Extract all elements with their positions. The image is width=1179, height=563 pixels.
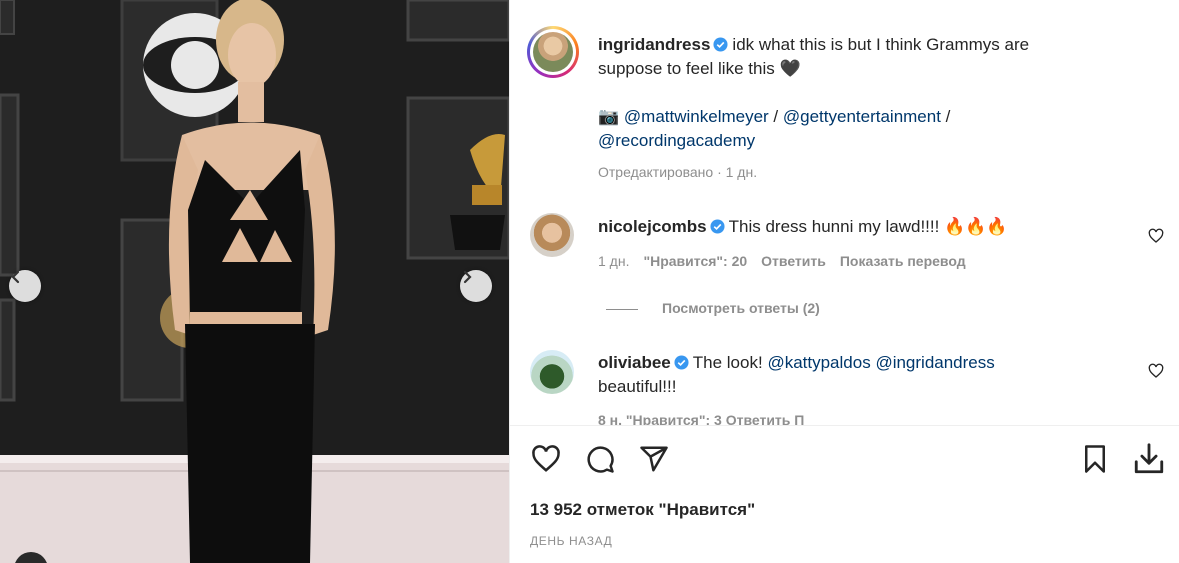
paper-plane-icon[interactable] bbox=[639, 444, 669, 474]
verified-badge-icon bbox=[674, 355, 689, 370]
photo-credits: 📷 @mattwinkelmeyer / @gettyentertainment… bbox=[598, 105, 1158, 153]
comment-text: The look! bbox=[692, 353, 763, 372]
red-carpet-photo bbox=[0, 0, 509, 563]
chevron-left-icon bbox=[11, 270, 20, 284]
download-icon[interactable] bbox=[1132, 442, 1166, 476]
view-replies-button[interactable]: Посмотреть ответы (2) bbox=[606, 300, 820, 316]
comment-like-heart-icon[interactable] bbox=[1148, 228, 1164, 244]
credit-mention-1[interactable]: @mattwinkelmeyer bbox=[624, 107, 769, 126]
carousel-prev-button[interactable] bbox=[9, 270, 41, 302]
comment-bubble-icon[interactable] bbox=[585, 444, 615, 474]
credit-mention-2[interactable]: @gettyentertainment bbox=[783, 107, 941, 126]
carousel-next-button[interactable] bbox=[460, 270, 492, 302]
author-avatar[interactable] bbox=[527, 26, 579, 78]
camera-icon: 📷 bbox=[598, 107, 620, 126]
credit-mention-3[interactable]: @recordingacademy bbox=[598, 131, 755, 150]
post-timestamp[interactable]: ДЕНЬ НАЗАД bbox=[530, 534, 612, 548]
caption-edited-time: Отредактировано · 1 дн. bbox=[598, 164, 758, 180]
caption-text-1: idk what this is but I think Grammys are bbox=[732, 35, 1030, 54]
chevron-right-icon bbox=[463, 270, 472, 284]
comment-meta: 8 н. "Нравится": 3 Ответить П bbox=[598, 412, 805, 425]
likes-count[interactable]: 13 952 отметок "Нравится" bbox=[530, 500, 755, 520]
bookmark-icon[interactable] bbox=[1080, 443, 1110, 475]
comment-mention[interactable]: @ingridandress bbox=[875, 353, 994, 372]
author-username[interactable]: ingridandress bbox=[598, 35, 710, 54]
heart-icon[interactable] bbox=[530, 444, 562, 474]
comment-text: This dress hunni my lawd!!!! 🔥🔥🔥 bbox=[728, 217, 1008, 236]
verified-badge-icon bbox=[710, 219, 725, 234]
comment-mention[interactable]: @kattypaldos bbox=[767, 353, 870, 372]
comment-username[interactable]: nicolejcombs bbox=[598, 217, 707, 236]
comment-time: 1 дн. bbox=[598, 253, 630, 269]
post-photo[interactable] bbox=[0, 0, 509, 563]
comment-meta: 1 дн. "Нравится": 20 Ответить Показать пере… bbox=[598, 253, 980, 269]
commenter-avatar[interactable] bbox=[530, 213, 574, 257]
section-divider bbox=[510, 425, 1179, 426]
comment-text: beautiful!!! bbox=[598, 377, 677, 396]
comment-likes-count[interactable]: "Нравится": 20 bbox=[643, 253, 747, 269]
credit-separator: / bbox=[768, 107, 783, 126]
comment-1: nicolejcombs This dress hunni my lawd!!!!… bbox=[598, 215, 1138, 239]
comment-like-heart-icon[interactable] bbox=[1148, 363, 1164, 379]
verified-badge-icon bbox=[713, 37, 728, 52]
replies-divider-line bbox=[606, 308, 638, 310]
commenter-avatar[interactable] bbox=[530, 350, 574, 394]
view-replies-label[interactable]: Посмотреть ответы (2) bbox=[662, 300, 820, 316]
comment-2: oliviabee The look! @kattypaldos @ingrida… bbox=[598, 351, 1138, 399]
comments-list[interactable]: ingridandress idk what this is but I thin… bbox=[510, 0, 1179, 425]
post-caption: ingridandress idk what this is but I thin… bbox=[598, 33, 1158, 81]
caption-text-2: suppose to feel like this 🖤 bbox=[598, 59, 801, 78]
comment-username[interactable]: oliviabee bbox=[598, 353, 671, 372]
show-translation-button[interactable]: Показать перевод bbox=[840, 253, 966, 269]
post-panel: ingridandress idk what this is but I thin… bbox=[509, 0, 1179, 563]
reply-button[interactable]: Ответить bbox=[761, 253, 826, 269]
credit-separator: / bbox=[940, 107, 951, 126]
